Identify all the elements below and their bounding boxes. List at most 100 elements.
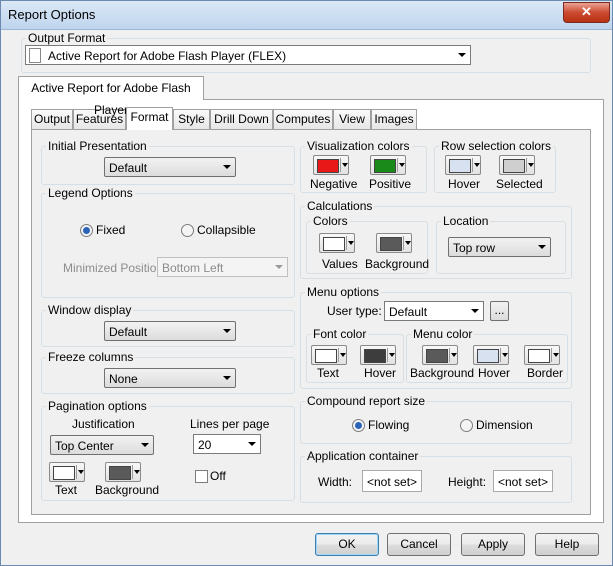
font-text-color-button[interactable]: [311, 345, 347, 365]
negative-color-button[interactable]: [313, 155, 349, 175]
visualization-colors-legend: Visualization colors: [307, 139, 410, 153]
legend-options-legend: Legend Options: [48, 186, 133, 200]
positive-label: Positive: [369, 177, 412, 191]
menu-border-label: Border: [527, 366, 564, 380]
chevron-down-icon: [219, 369, 235, 387]
help-label: Help: [554, 537, 580, 551]
calc-values-label: Values: [322, 257, 358, 271]
negative-swatch: [317, 159, 339, 173]
flowing-radio[interactable]: [352, 419, 365, 432]
flowing-label: Flowing: [368, 418, 410, 432]
tab-format[interactable]: Format: [126, 107, 173, 130]
tab-computes-label: Computes: [275, 112, 331, 126]
calc-values-color-button[interactable]: [319, 233, 355, 253]
pagination-background-swatch: [109, 466, 131, 480]
row-selected-color-button[interactable]: [499, 155, 535, 175]
row-selection-colors-legend: Row selection colors: [441, 139, 552, 153]
menu-color-legend: Menu color: [413, 327, 473, 341]
menu-background-label: Background: [410, 366, 475, 380]
output-format-value: Active Report for Adobe Flash Player (FL…: [48, 49, 287, 63]
width-label: Width:: [318, 475, 353, 489]
output-format-select[interactable]: Active Report for Adobe Flash Player (FL…: [25, 45, 471, 65]
tab-output[interactable]: Output: [31, 109, 73, 129]
row-hover-color-button[interactable]: [445, 155, 481, 175]
row-hover-label: Hover: [448, 177, 481, 191]
tab-style-label: Style: [178, 112, 205, 126]
font-hover-label: Hover: [364, 366, 397, 380]
chevron-down-icon: [474, 163, 480, 167]
pagination-background-color-button[interactable]: [105, 462, 141, 482]
help-button[interactable]: Help: [535, 533, 599, 556]
pagination-text-color-button[interactable]: [49, 462, 85, 482]
initial-presentation-select[interactable]: Default: [104, 157, 236, 177]
compound-report-size-legend: Compound report size: [307, 394, 426, 408]
fixed-label: Fixed: [96, 223, 126, 237]
pagination-background-label: Background: [95, 483, 160, 497]
initial-presentation-legend: Initial Presentation: [48, 139, 147, 153]
tab-drill-down-label: Drill Down: [214, 112, 269, 126]
chevron-down-icon: [348, 241, 354, 245]
menu-background-color-button[interactable]: [422, 345, 458, 365]
apply-button[interactable]: Apply: [461, 533, 525, 556]
tab-view-label: View: [339, 112, 365, 126]
chevron-down-icon: [134, 470, 140, 474]
calc-background-swatch: [380, 237, 402, 251]
ok-button[interactable]: OK: [315, 533, 379, 556]
close-button[interactable]: ✕: [563, 2, 610, 23]
off-checkbox[interactable]: [195, 470, 208, 483]
lines-per-page-select[interactable]: 20: [193, 434, 261, 454]
freeze-columns-legend: Freeze columns: [48, 350, 134, 364]
chevron-down-icon: [534, 238, 550, 256]
calc-background-color-button[interactable]: [376, 233, 412, 253]
freeze-columns-select[interactable]: None: [104, 368, 236, 388]
chevron-down-icon: [342, 163, 348, 167]
tab-active-report[interactable]: Active Report for Adobe Flash Player: [18, 76, 204, 117]
tab-drill-down[interactable]: Drill Down: [210, 109, 273, 129]
dimension-label: Dimension: [476, 418, 533, 432]
chevron-down-icon: [219, 322, 235, 340]
font-hover-color-button[interactable]: [360, 345, 396, 365]
row-selected-label: Selected: [496, 177, 543, 191]
calculations-colors-legend: Colors: [313, 214, 348, 228]
minimized-position-label: Minimized Position:: [63, 261, 167, 275]
calculations-legend: Calculations: [307, 199, 373, 213]
chevron-down-icon: [502, 353, 508, 357]
fixed-radio[interactable]: [80, 224, 93, 237]
justification-value: Top Center: [55, 439, 114, 453]
menu-border-color-button[interactable]: [524, 345, 560, 365]
user-type-select[interactable]: Default: [384, 301, 484, 321]
minimized-position-select: Bottom Left: [157, 257, 288, 277]
chevron-down-icon: [405, 241, 411, 245]
height-label: Height:: [448, 475, 487, 489]
chevron-down-icon: [528, 163, 534, 167]
chevron-down-icon: [451, 353, 457, 357]
calc-background-label: Background: [365, 257, 430, 271]
dimension-radio[interactable]: [460, 419, 473, 432]
close-icon: ✕: [581, 4, 592, 19]
lines-per-page-value: 20: [198, 438, 212, 452]
collapsible-radio[interactable]: [181, 224, 194, 237]
tab-style[interactable]: Style: [173, 109, 210, 129]
justification-label: Justification: [72, 417, 135, 431]
chevron-down-icon: [137, 436, 153, 454]
calc-values-swatch: [323, 237, 345, 251]
chevron-down-icon: [399, 163, 405, 167]
user-type-label: User type:: [327, 304, 382, 318]
font-text-swatch: [315, 349, 337, 363]
location-select[interactable]: Top row: [448, 237, 551, 257]
justification-select[interactable]: Top Center: [50, 435, 154, 455]
tab-view[interactable]: View: [333, 109, 371, 129]
tab-images[interactable]: Images: [371, 109, 417, 129]
cancel-button[interactable]: Cancel: [387, 533, 451, 556]
user-type-browse-button[interactable]: ...: [490, 301, 509, 321]
height-input[interactable]: <not set>: [493, 470, 553, 492]
window-display-value: Default: [109, 325, 148, 339]
positive-swatch: [374, 159, 396, 173]
window-display-select[interactable]: Default: [104, 321, 236, 341]
cancel-label: Cancel: [400, 537, 438, 551]
width-input[interactable]: <not set>: [362, 470, 422, 492]
positive-color-button[interactable]: [370, 155, 406, 175]
pagination-options-legend: Pagination options: [48, 399, 147, 413]
menu-hover-color-button[interactable]: [473, 345, 509, 365]
tab-computes[interactable]: Computes: [273, 109, 333, 129]
